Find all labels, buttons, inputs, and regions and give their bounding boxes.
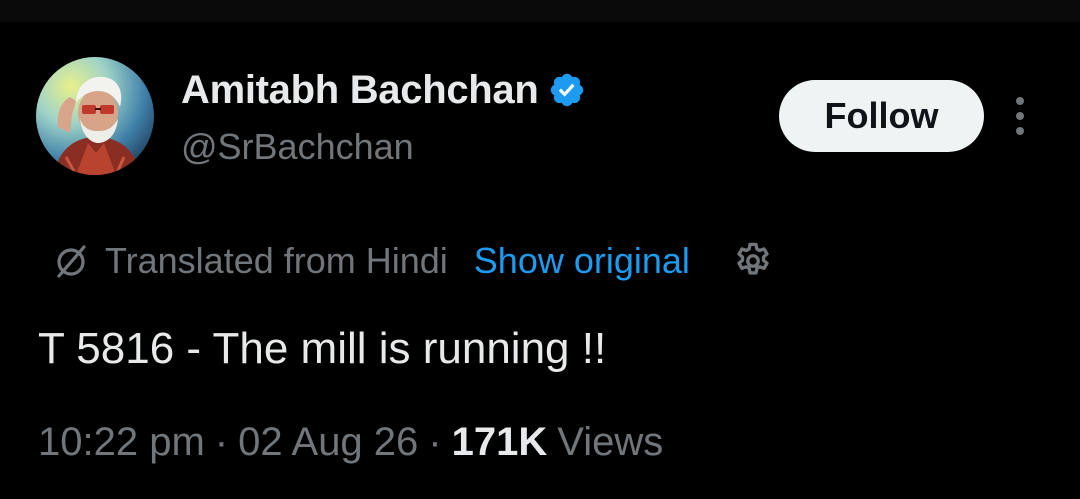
verified-badge-icon[interactable] [548, 71, 586, 109]
views-count[interactable]: 171K [452, 420, 548, 465]
tweet-meta: 10:22 pm · 02 Aug 26 · 171K Views [38, 420, 663, 465]
translated-from-label: Translated from Hindi [105, 240, 448, 281]
meta-separator: · [214, 420, 229, 464]
gear-icon[interactable] [732, 240, 774, 282]
show-original-link[interactable]: Show original [474, 240, 690, 282]
author-name-row[interactable]: Amitabh Bachchan [181, 64, 586, 116]
author-name[interactable]: Amitabh Bachchan [181, 68, 539, 113]
views-label[interactable]: Views [557, 420, 663, 465]
top-strip [0, 0, 1080, 22]
author-handle[interactable]: @SrBachchan [181, 126, 414, 168]
translation-row: Translated from Hindi Show original [52, 238, 774, 284]
avatar-image [36, 57, 154, 175]
translate-icon [52, 242, 90, 280]
follow-button[interactable]: Follow [779, 80, 984, 152]
more-vertical-icon[interactable] [1008, 95, 1032, 137]
avatar[interactable] [36, 57, 154, 175]
tweet-date[interactable]: 02 Aug 26 [238, 420, 418, 465]
tweet-text: T 5816 - The mill is running !! [38, 324, 607, 373]
tweet-time[interactable]: 10:22 pm [38, 420, 205, 465]
meta-separator: · [428, 420, 442, 464]
